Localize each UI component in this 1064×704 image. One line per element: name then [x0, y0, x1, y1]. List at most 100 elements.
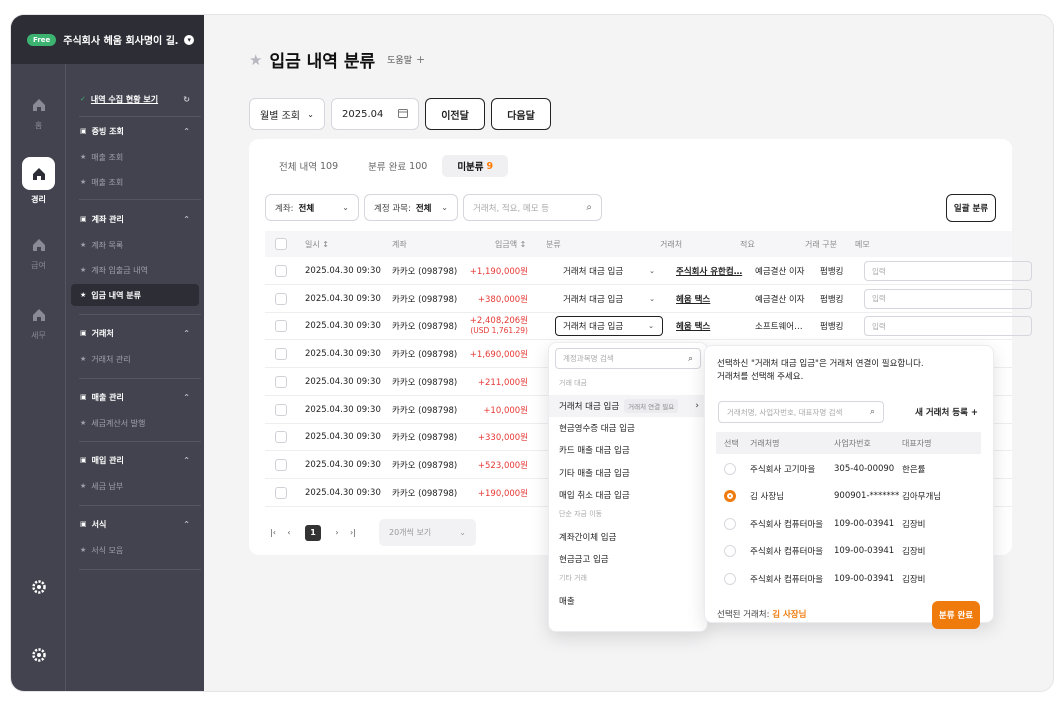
row-checkbox[interactable] — [275, 368, 287, 396]
rail-item-accounting[interactable]: 경리 — [11, 157, 66, 205]
menu-item[interactable]: ★ 매출 조회 — [71, 171, 199, 193]
table-row[interactable]: 2025.04.30 09:30 카카오 (098798) +1,190,000원 거… — [265, 257, 1032, 285]
month-picker[interactable]: 2025.04 — [331, 98, 419, 130]
row-memo[interactable]: 입력 — [864, 257, 1032, 285]
row-checkbox[interactable] — [275, 423, 287, 451]
rail-item-home[interactable]: 홈 — [11, 94, 66, 131]
collect-status-link[interactable]: ✓ 내역 수집 현황 보기 ↻ — [71, 88, 199, 110]
menu-section-evidence[interactable]: ▣ 증빙 조회 ⌃ — [71, 120, 199, 142]
rail-settings-bottom[interactable] — [11, 644, 66, 666]
rail-label: 경리 — [31, 195, 46, 204]
vendor-row[interactable]: 주식회사 고기마을 305-40-00090 한은률 — [716, 455, 981, 482]
vendor-required-tag: 거래처 연결 필요 — [624, 399, 679, 413]
classify-done-button[interactable]: 분류 완료 — [932, 601, 980, 629]
subject-filter[interactable]: 계정 과목: 전체 ⌄ — [364, 194, 458, 221]
menu-section-accounts[interactable]: ▣ 계좌 관리 ⌃ — [71, 208, 199, 230]
message-line: 선택하신 "거래처 대금 입금"은 거래처 연결이 필요합니다. — [717, 359, 924, 369]
first-page-button[interactable]: |‹ — [265, 528, 281, 537]
chevron-up-icon: ⌃ — [183, 392, 190, 402]
dropdown-option[interactable]: 매출 — [549, 590, 707, 612]
menu-section-sales[interactable]: ▣ 매출 관리 ⌃ — [71, 386, 199, 408]
select-all-checkbox[interactable] — [275, 231, 287, 257]
menu-item[interactable]: ★ 계좌 목록 — [71, 234, 199, 256]
search-input[interactable]: 거래처, 적요, 메모 등 ⌕ — [463, 194, 602, 221]
row-memo[interactable]: 입력 — [864, 312, 1032, 340]
search-icon[interactable]: ⌕ — [586, 202, 592, 213]
menu-item[interactable]: ★ 매출 조회 — [71, 146, 199, 168]
vendor-row[interactable]: 주식회사 컴퓨터마을 109-00-03941 김장비 — [716, 565, 981, 591]
menu-item[interactable]: ★ 서식 모음 — [71, 539, 199, 561]
add-vendor-button[interactable]: 새 거래처 등록 + — [915, 406, 978, 418]
menu-section-forms[interactable]: ▣ 서식 ⌃ — [71, 513, 199, 535]
vendor-radio[interactable] — [724, 483, 736, 510]
vendor-biz-no: 109-00-03941 — [834, 518, 895, 529]
current-page[interactable]: 1 — [305, 524, 321, 541]
help-link[interactable]: 도움말 — [387, 53, 412, 66]
next-month-button[interactable]: 다음달 — [491, 98, 551, 130]
vendor-row[interactable]: 주식회사 컴퓨터마을 109-00-03941 김장비 — [716, 510, 981, 537]
menu-item[interactable]: ★ 거래처 관리 — [71, 348, 199, 370]
row-checkbox[interactable] — [275, 340, 287, 368]
class-select[interactable]: 거래처 대금 입금 ⌄ — [563, 285, 663, 313]
row-memo[interactable]: 입력 — [864, 285, 1032, 313]
dropdown-option[interactable]: 매입 취소 대금 입금 — [549, 484, 707, 506]
prev-month-button[interactable]: 이전달 — [425, 98, 485, 130]
rail-item-payroll[interactable]: 급여 — [11, 234, 66, 271]
plus-icon[interactable]: + — [416, 53, 425, 66]
menu-item[interactable]: ★ 세금 납부 — [71, 475, 199, 497]
vendor-search-input[interactable]: 거래처명, 사업자번호, 대표자명 검색 ⌕ — [718, 401, 884, 423]
bulk-classify-button[interactable]: 일괄 분류 — [946, 194, 996, 222]
tab-unclassified[interactable]: 미분류 9 — [442, 155, 509, 177]
org-switcher[interactable]: Free 주식회사 헤움 회사명이 길… ▾ — [11, 15, 204, 64]
vendor-row[interactable]: 주식회사 컴퓨터마을 109-00-03941 김장비 — [716, 538, 981, 565]
vendor-radio[interactable] — [724, 565, 736, 591]
col-date[interactable]: 일시 ↕ — [305, 231, 329, 257]
row-checkbox[interactable] — [275, 257, 287, 285]
last-page-button[interactable]: ›| — [345, 528, 361, 537]
dropdown-option[interactable]: 카드 매출 대금 입금 — [549, 439, 707, 461]
row-checkbox[interactable] — [275, 396, 287, 424]
row-vendor-link[interactable]: 헤움 택스 — [676, 312, 710, 340]
row-checkbox[interactable] — [275, 479, 287, 507]
dropdown-option[interactable]: 거래처 대금 입금 거래처 연결 필요 › — [549, 395, 707, 417]
row-vendor-link[interactable]: 주식회사 유한컴… — [676, 257, 742, 285]
class-select-open[interactable]: 거래처 대금 입금 ⌄ — [555, 316, 663, 337]
menu-item-deposit-classify[interactable]: ★ 입금 내역 분류 — [71, 284, 199, 306]
rail-item-tax[interactable]: 세무 — [11, 304, 66, 341]
row-checkbox[interactable] — [275, 285, 287, 313]
memo-input[interactable]: 입력 — [864, 316, 1032, 337]
period-select[interactable]: 월별 조회 ⌄ — [249, 98, 325, 130]
table-row[interactable]: 2025.04.30 09:30 카카오 (098798) +380,000원 거래처… — [265, 285, 1032, 313]
col-amount[interactable]: 입금액 ↕ — [495, 231, 526, 257]
table-row[interactable]: 2025.04.30 09:30 카카오 (098798) +2,408,206원(… — [265, 312, 1032, 341]
vendor-radio[interactable] — [724, 538, 736, 565]
dropdown-option[interactable]: 기타 매출 대금 입금 — [549, 462, 707, 484]
row-vendor-link[interactable]: 헤움 택스 — [676, 285, 710, 313]
row-checkbox[interactable] — [275, 451, 287, 479]
menu-item[interactable]: ★ 세금계산서 발행 — [71, 412, 199, 434]
account-filter[interactable]: 계좌: 전체 ⌄ — [265, 194, 359, 221]
next-page-button[interactable]: › — [329, 528, 345, 537]
rail-settings[interactable] — [11, 576, 66, 598]
dropdown-option[interactable]: 계좌간이체 입금 — [549, 526, 707, 548]
tab-done[interactable]: 분류 완료 100 — [353, 155, 442, 177]
dropdown-option[interactable]: 현금영수증 대금 입금 — [549, 417, 707, 439]
memo-input[interactable]: 입력 — [864, 288, 1032, 309]
star-icon[interactable]: ★ — [249, 51, 262, 69]
memo-input[interactable]: 입력 — [864, 261, 1032, 281]
row-checkbox[interactable] — [275, 312, 287, 340]
vendor-radio[interactable] — [724, 455, 736, 482]
per-page-select[interactable]: 20개씩 보기 ⌄ — [379, 519, 476, 546]
menu-section-vendors[interactable]: ▣ 거래처 ⌃ — [71, 322, 199, 344]
dropdown-option[interactable]: 현금금고 입금 — [549, 548, 707, 570]
refresh-icon[interactable]: ↻ — [183, 95, 190, 104]
prev-page-button[interactable]: ‹ — [281, 528, 297, 537]
vendor-radio[interactable] — [724, 510, 736, 537]
menu-section-purchase[interactable]: ▣ 매입 관리 ⌃ — [71, 449, 199, 471]
tab-all[interactable]: 전체 내역 109 — [264, 155, 353, 177]
menu-item[interactable]: ★ 계좌 입출금 내역 — [71, 259, 199, 281]
vendor-row[interactable]: 김 사장님 900901-******* 김아무개님 — [716, 483, 981, 510]
subject-search-input[interactable]: 계정과목명 검색 ⌕ — [555, 348, 701, 369]
class-select[interactable]: 거래처 대금 입금 ⌄ — [563, 257, 663, 285]
vendor-list[interactable]: 주식회사 고기마을 305-40-00090 한은률 김 사장님 900901-****… — [716, 454, 981, 591]
